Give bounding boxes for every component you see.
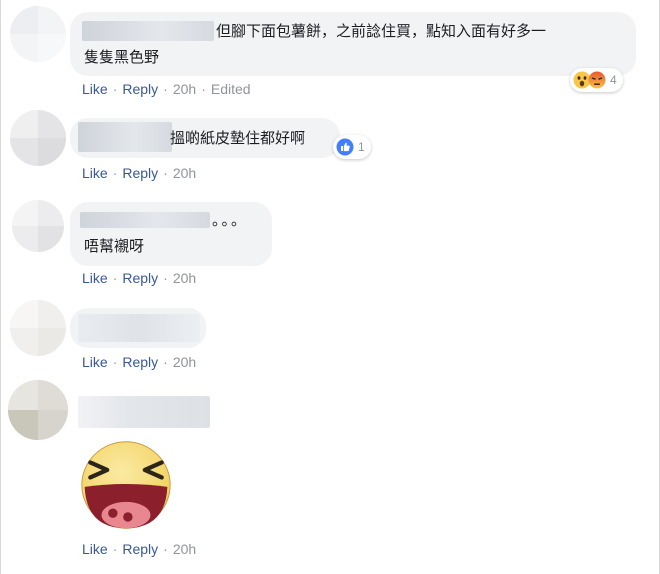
edited-label[interactable]: Edited — [211, 81, 251, 97]
comment-bubble — [70, 308, 206, 348]
like-link[interactable]: Like — [82, 541, 108, 557]
reply-link[interactable]: Reply — [122, 270, 158, 286]
reply-link[interactable]: Reply — [122, 354, 158, 370]
like-link[interactable]: Like — [82, 165, 108, 181]
comment-actions: Like · Reply · 20h — [82, 165, 197, 181]
reply-link[interactable]: Reply — [122, 165, 158, 181]
commenter-name-redacted[interactable] — [78, 122, 172, 152]
timestamp[interactable]: 20h — [173, 354, 196, 370]
timestamp[interactable]: 20h — [173, 165, 196, 181]
comment-actions: Like · Reply · 20h — [82, 270, 197, 286]
comment-text: 搵啲紙皮墊住都好啊 — [170, 130, 306, 147]
comment-actions: Like · Reply · 20h — [82, 354, 197, 370]
avatar[interactable] — [12, 200, 64, 252]
timestamp[interactable]: 20h — [173, 81, 196, 97]
timestamp[interactable]: 20h — [173, 270, 196, 286]
like-link[interactable]: Like — [82, 354, 108, 370]
laughing-face-sticker — [81, 441, 171, 529]
comment-bubble: 。。。 唔幫襯呀 — [70, 202, 272, 266]
commenter-name-redacted[interactable] — [80, 212, 210, 228]
avatar[interactable] — [10, 110, 66, 166]
comment-text: 但腳下面包薯餅，之前諗住買，點知入面有好多一 — [216, 23, 547, 40]
avatar[interactable] — [8, 380, 68, 440]
comment-bubble: 搵啲紙皮墊住都好啊 — [70, 118, 340, 158]
like-link[interactable]: Like — [82, 81, 108, 97]
like-link[interactable]: Like — [82, 270, 108, 286]
comment-actions: Like · Reply · 20h — [82, 541, 197, 557]
reactions-summary[interactable]: 1 — [333, 135, 371, 159]
reply-link[interactable]: Reply — [122, 541, 158, 557]
reaction-count: 4 — [610, 73, 617, 87]
commenter-name-redacted[interactable] — [78, 314, 200, 342]
timestamp[interactable]: 20h — [173, 541, 196, 557]
reactions-summary[interactable]: 4 — [570, 68, 623, 92]
avatar[interactable] — [10, 300, 66, 356]
comment-actions: Like · Reply · 20h · Edited — [82, 81, 251, 97]
like-icon — [336, 138, 354, 156]
avatar[interactable] — [10, 6, 66, 62]
angry-icon — [588, 71, 606, 89]
frame-border-left — [0, 0, 1, 574]
reply-link[interactable]: Reply — [122, 81, 158, 97]
comment-text: 隻隻黑色野 — [84, 49, 160, 66]
commenter-name-suffix: 。。。 — [212, 212, 249, 229]
commenter-name-redacted[interactable] — [82, 21, 214, 41]
comment-bubble: 但腳下面包薯餅，之前諗住買，點知入面有好多一 隻隻黑色野 — [70, 12, 636, 76]
reaction-count: 1 — [358, 140, 365, 154]
commenter-name-redacted[interactable] — [78, 396, 210, 428]
comment-text: 唔幫襯呀 — [84, 238, 145, 255]
